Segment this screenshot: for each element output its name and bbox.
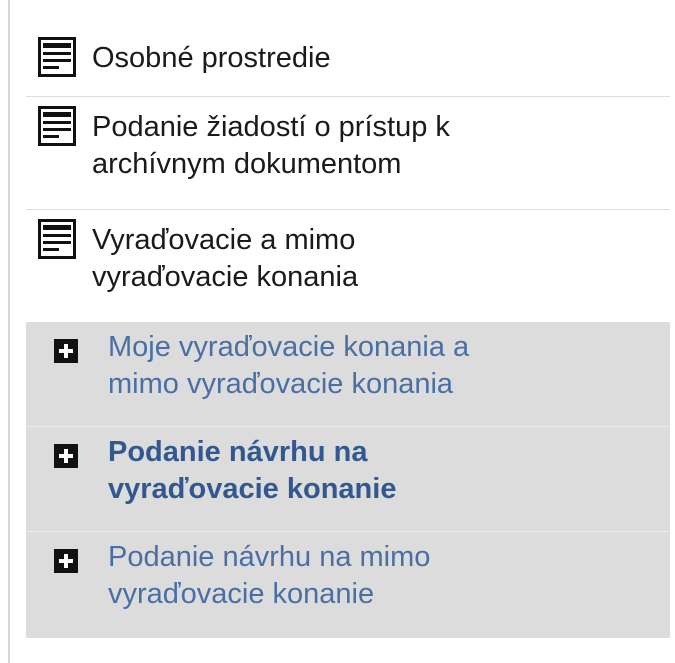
menu-item-vyradovacie-konania[interactable]: Vyraďovacie a mimo vyraďovacie konania	[26, 210, 670, 322]
sidebar-menu: Osobné prostredie Podanie žiadostí o prí…	[26, 28, 670, 638]
panel-left-border	[8, 0, 10, 663]
document-icon	[38, 37, 76, 77]
navigation-panel: Osobné prostredie Podanie žiadostí o prí…	[0, 0, 675, 663]
submenu: Moje vyraďovacie konania a mimo vyraďova…	[26, 322, 670, 638]
plus-icon	[54, 444, 78, 468]
submenu-item-label: Podanie návrhu na vyraďovacie konanie	[108, 436, 397, 505]
submenu-item-label: Moje vyraďovacie konania a mimo vyraďova…	[108, 331, 470, 400]
menu-item-label: Osobné prostredie	[92, 42, 331, 74]
submenu-item-label: Podanie návrhu na mimo vyraďovacie konan…	[108, 541, 431, 610]
menu-item-podanie-ziadosti[interactable]: Podanie žiadostí o prístup k archívnym d…	[26, 97, 670, 210]
document-icon	[38, 219, 76, 259]
submenu-item-moje-konania[interactable]: Moje vyraďovacie konania a mimo vyraďova…	[26, 322, 670, 427]
submenu-item-navrh-vyradovacie[interactable]: Podanie návrhu na vyraďovacie konanie	[26, 427, 670, 532]
submenu-item-navrh-mimo-vyradovacie[interactable]: Podanie návrhu na mimo vyraďovacie konan…	[26, 532, 670, 638]
plus-icon	[54, 339, 78, 363]
menu-item-osobne-prostredie[interactable]: Osobné prostredie	[26, 28, 670, 97]
plus-icon	[54, 549, 78, 573]
menu-item-label: Vyraďovacie a mimo vyraďovacie konania	[92, 224, 359, 293]
menu-item-label: Podanie žiadostí o prístup k archívnym d…	[92, 111, 450, 180]
document-icon	[38, 106, 76, 146]
